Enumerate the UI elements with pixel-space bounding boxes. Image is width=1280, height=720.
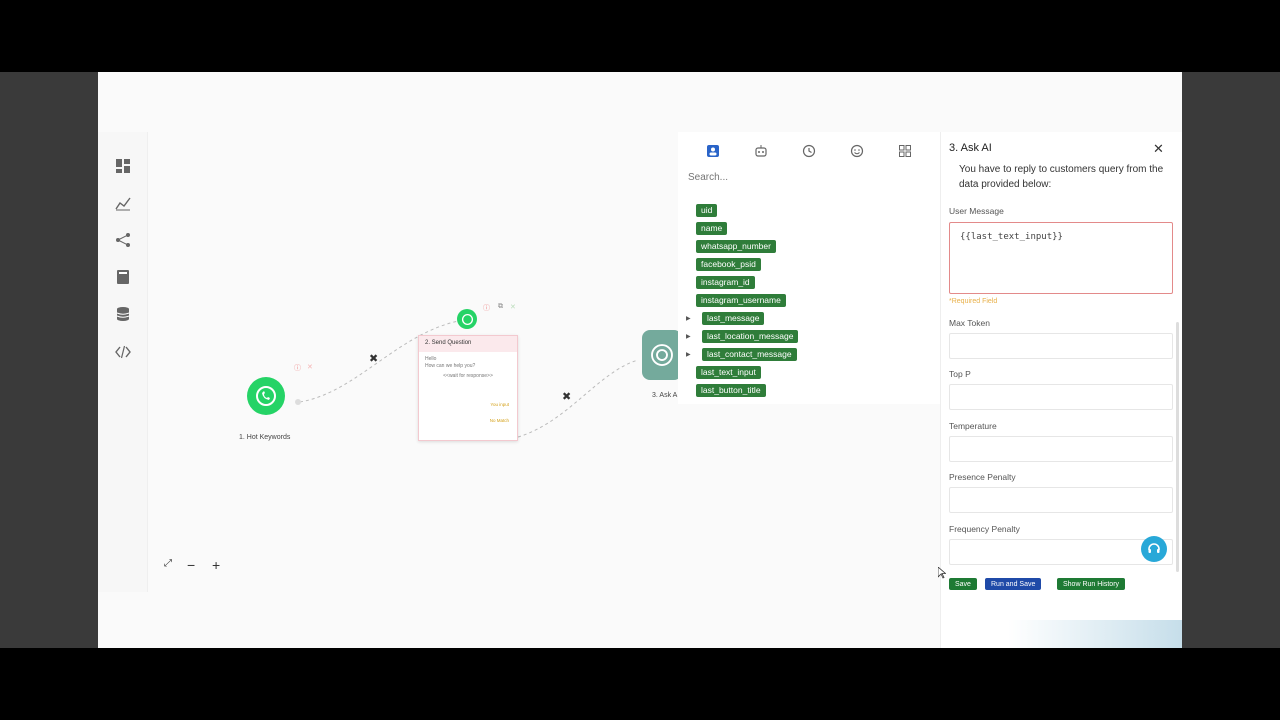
panel-scrollbar[interactable] bbox=[1176, 322, 1179, 572]
variable-chip[interactable]: instagram_username bbox=[696, 294, 786, 307]
user-message-input[interactable] bbox=[949, 222, 1173, 294]
zoom-in-button[interactable]: + bbox=[212, 557, 220, 573]
emoji-tab-icon[interactable] bbox=[850, 144, 864, 158]
node-warning-icon: ⓘ bbox=[294, 365, 301, 372]
variable-chip[interactable]: uid bbox=[696, 204, 718, 217]
top-p-label: Top P bbox=[949, 369, 971, 379]
variable-chip[interactable]: name bbox=[696, 222, 728, 235]
variable-chip[interactable]: whatsapp_number bbox=[696, 240, 776, 253]
node-label-ask-ai: 3. Ask A bbox=[652, 392, 678, 399]
node-delete-icon[interactable]: ✕ bbox=[307, 363, 313, 371]
cut-connector-icon[interactable]: ✖ bbox=[369, 352, 378, 365]
card-delete-icon[interactable]: ✕ bbox=[510, 303, 516, 311]
card-fallback-output[interactable]: No Match bbox=[490, 418, 509, 423]
card-copy-icon[interactable]: ⧉ bbox=[498, 303, 503, 311]
zoom-out-button[interactable]: − bbox=[187, 557, 195, 573]
system-message-text[interactable]: You have to reply to customers query fro… bbox=[959, 162, 1174, 192]
variable-chip[interactable]: last_location_message bbox=[702, 330, 799, 343]
user-message-label: User Message bbox=[949, 206, 1004, 216]
variable-chip[interactable]: facebook_psid bbox=[696, 258, 761, 271]
save-button[interactable]: Save bbox=[949, 578, 977, 590]
variable-chip[interactable]: last_message bbox=[702, 312, 765, 325]
help-chat-button[interactable] bbox=[1141, 536, 1167, 562]
expand-caret-icon[interactable]: ▶ bbox=[686, 351, 691, 358]
variable-chip[interactable]: last_contact_message bbox=[702, 348, 797, 361]
headset-icon bbox=[1148, 543, 1160, 553]
required-note: *Required Field bbox=[949, 298, 998, 305]
ask-ai-panel: 3. Ask AI ✕ You have to reply to custome… bbox=[940, 132, 1182, 648]
frequency-penalty-label: Frequency Penalty bbox=[949, 524, 1020, 534]
card-greeting: Hello bbox=[425, 356, 437, 362]
right-shade bbox=[1182, 72, 1280, 648]
mouse-cursor-icon bbox=[938, 567, 946, 579]
card-warning-icon: ⓘ bbox=[483, 305, 490, 312]
show-run-history-button[interactable]: Show Run History bbox=[1057, 578, 1126, 590]
variable-chip[interactable]: instagram_id bbox=[696, 276, 755, 289]
history-tab-icon[interactable] bbox=[802, 144, 816, 158]
temperature-label: Temperature bbox=[949, 421, 997, 431]
variable-chip[interactable]: last_text_input bbox=[696, 366, 761, 379]
max-token-label: Max Token bbox=[949, 318, 990, 328]
presence-penalty-input[interactable] bbox=[949, 487, 1173, 513]
card-success-output[interactable]: You input bbox=[490, 402, 509, 407]
card-wait: <<wait for response>> bbox=[443, 373, 493, 379]
grid-tab-icon[interactable] bbox=[898, 144, 912, 158]
frequency-penalty-input[interactable] bbox=[949, 539, 1173, 565]
bot-tab-icon[interactable] bbox=[754, 144, 768, 158]
max-token-input[interactable] bbox=[949, 333, 1173, 359]
card-body: Hello How can we help you? <<wait for re… bbox=[419, 352, 517, 384]
cut-connector-icon-2[interactable]: ✖ bbox=[562, 390, 571, 403]
bottom-glow bbox=[1008, 620, 1182, 648]
card-title: 2. Send Question bbox=[419, 336, 517, 352]
fit-view-button[interactable]: ⤢ bbox=[164, 558, 172, 569]
top-p-input[interactable] bbox=[949, 384, 1173, 410]
expand-caret-icon[interactable]: ▶ bbox=[686, 315, 691, 322]
variables-tabs bbox=[678, 140, 940, 160]
variable-search-input[interactable] bbox=[688, 170, 928, 184]
expand-caret-icon[interactable]: ▶ bbox=[686, 333, 691, 340]
send-question-card[interactable]: 2. Send Question Hello How can we help y… bbox=[418, 335, 518, 441]
node-label-hot-keywords: 1. Hot Keywords bbox=[239, 434, 291, 441]
variables-panel: uid name whatsapp_number facebook_psidinsta… bbox=[678, 132, 940, 404]
panel-title: 3. Ask AI bbox=[949, 142, 992, 154]
run-and-save-button[interactable]: Run and Save bbox=[985, 578, 1042, 590]
presence-penalty-label: Presence Penalty bbox=[949, 472, 1016, 482]
openai-node-icon[interactable] bbox=[642, 330, 682, 380]
card-question: How can we help you? bbox=[425, 363, 476, 369]
close-icon[interactable]: ✕ bbox=[1153, 141, 1164, 157]
app-window: 1. Hot Keywords ⓘ ✕ ✖ ✖ ⓘ ⧉ ✕ 2. Send Qu… bbox=[98, 72, 1182, 648]
whatsapp-node-icon[interactable] bbox=[457, 309, 477, 329]
whatsapp-trigger-icon[interactable] bbox=[247, 377, 285, 415]
variable-chip[interactable]: last_button_title bbox=[696, 384, 766, 397]
left-shade bbox=[0, 72, 98, 648]
temperature-input[interactable] bbox=[949, 436, 1173, 462]
contact-tab-icon[interactable] bbox=[706, 144, 720, 158]
